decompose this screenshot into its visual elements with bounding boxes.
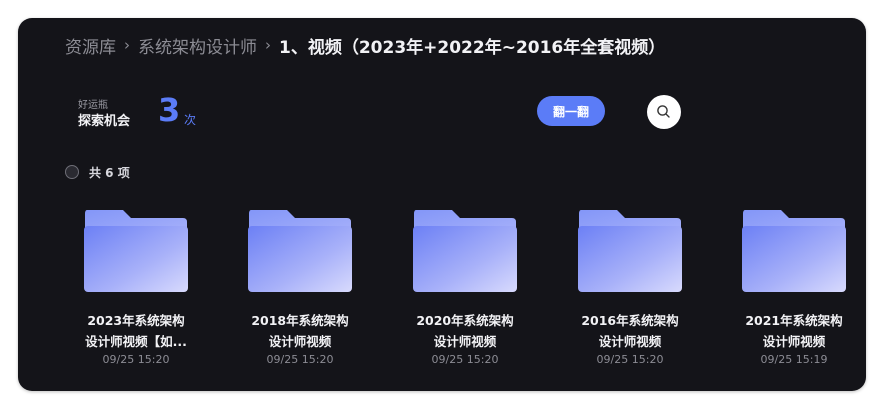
folder-card[interactable]: 2021年系统架构 设计师视频 09/25 15:19: [719, 208, 866, 373]
folder-card[interactable]: 2018年系统架构 设计师视频 09/25 15:20: [225, 208, 375, 373]
folder-icon: [248, 210, 352, 292]
folder-card[interactable]: 2020年系统架构 设计师视频 09/25 15:20: [390, 208, 540, 373]
breadcrumb-separator-icon: ›: [124, 36, 130, 54]
breadcrumb-item-current: 1、视频（2023年+2022年~2016年全套视频）: [279, 37, 666, 58]
item-count-row: 共 6 项: [65, 163, 130, 181]
folder-date: 09/25 15:20: [266, 353, 334, 366]
breadcrumb: 资源库 › 系统架构设计师 › 1、视频（2023年+2022年~2016年全套…: [65, 33, 666, 58]
folder-name: 2021年系统架构 设计师视频: [745, 313, 843, 349]
chance-count: 3: [158, 91, 181, 129]
folder-icon: [578, 210, 682, 292]
item-count: 共 6 项: [89, 165, 130, 180]
folder-icon: [413, 210, 517, 292]
select-all-checkbox[interactable]: [65, 165, 79, 179]
explore-chance-title: 探索机会: [78, 114, 131, 129]
folder-name: 2023年系统架构 设计师视频【如...: [85, 313, 187, 349]
folder-card[interactable]: 2016年系统架构 设计师视频 09/25 15:20: [555, 208, 705, 373]
flip-button[interactable]: 翻一翻: [537, 96, 605, 126]
breadcrumb-item-architect[interactable]: 系统架构设计师: [138, 33, 257, 58]
breadcrumb-separator-icon: ›: [265, 36, 271, 54]
folder-date: 09/25 15:20: [431, 353, 499, 366]
folder-name: 2016年系统架构 设计师视频: [581, 313, 679, 349]
search-icon: [657, 105, 670, 118]
breadcrumb-item-library[interactable]: 资源库: [65, 33, 116, 58]
folder-date: 09/25 15:20: [596, 353, 664, 366]
folder-icon: [84, 210, 188, 292]
folder-date: 09/25 15:20: [102, 353, 170, 366]
folder-grid: 2023年系统架构 设计师视频【如... 09/25 15:20 2018年系统…: [18, 208, 866, 388]
folder-name: 2018年系统架构 设计师视频: [251, 313, 349, 349]
folder-name: 2020年系统架构 设计师视频: [416, 313, 514, 349]
resource-panel: 资源库 › 系统架构设计师 › 1、视频（2023年+2022年~2016年全套…: [18, 18, 866, 391]
folder-card[interactable]: 2023年系统架构 设计师视频【如... 09/25 15:20: [61, 208, 211, 373]
folder-date: 09/25 15:19: [760, 353, 828, 366]
folder-icon: [742, 210, 846, 292]
lucky-bottle-label: 好运瓶: [78, 100, 108, 111]
chance-unit: 次: [184, 113, 197, 127]
search-button[interactable]: [647, 95, 681, 129]
